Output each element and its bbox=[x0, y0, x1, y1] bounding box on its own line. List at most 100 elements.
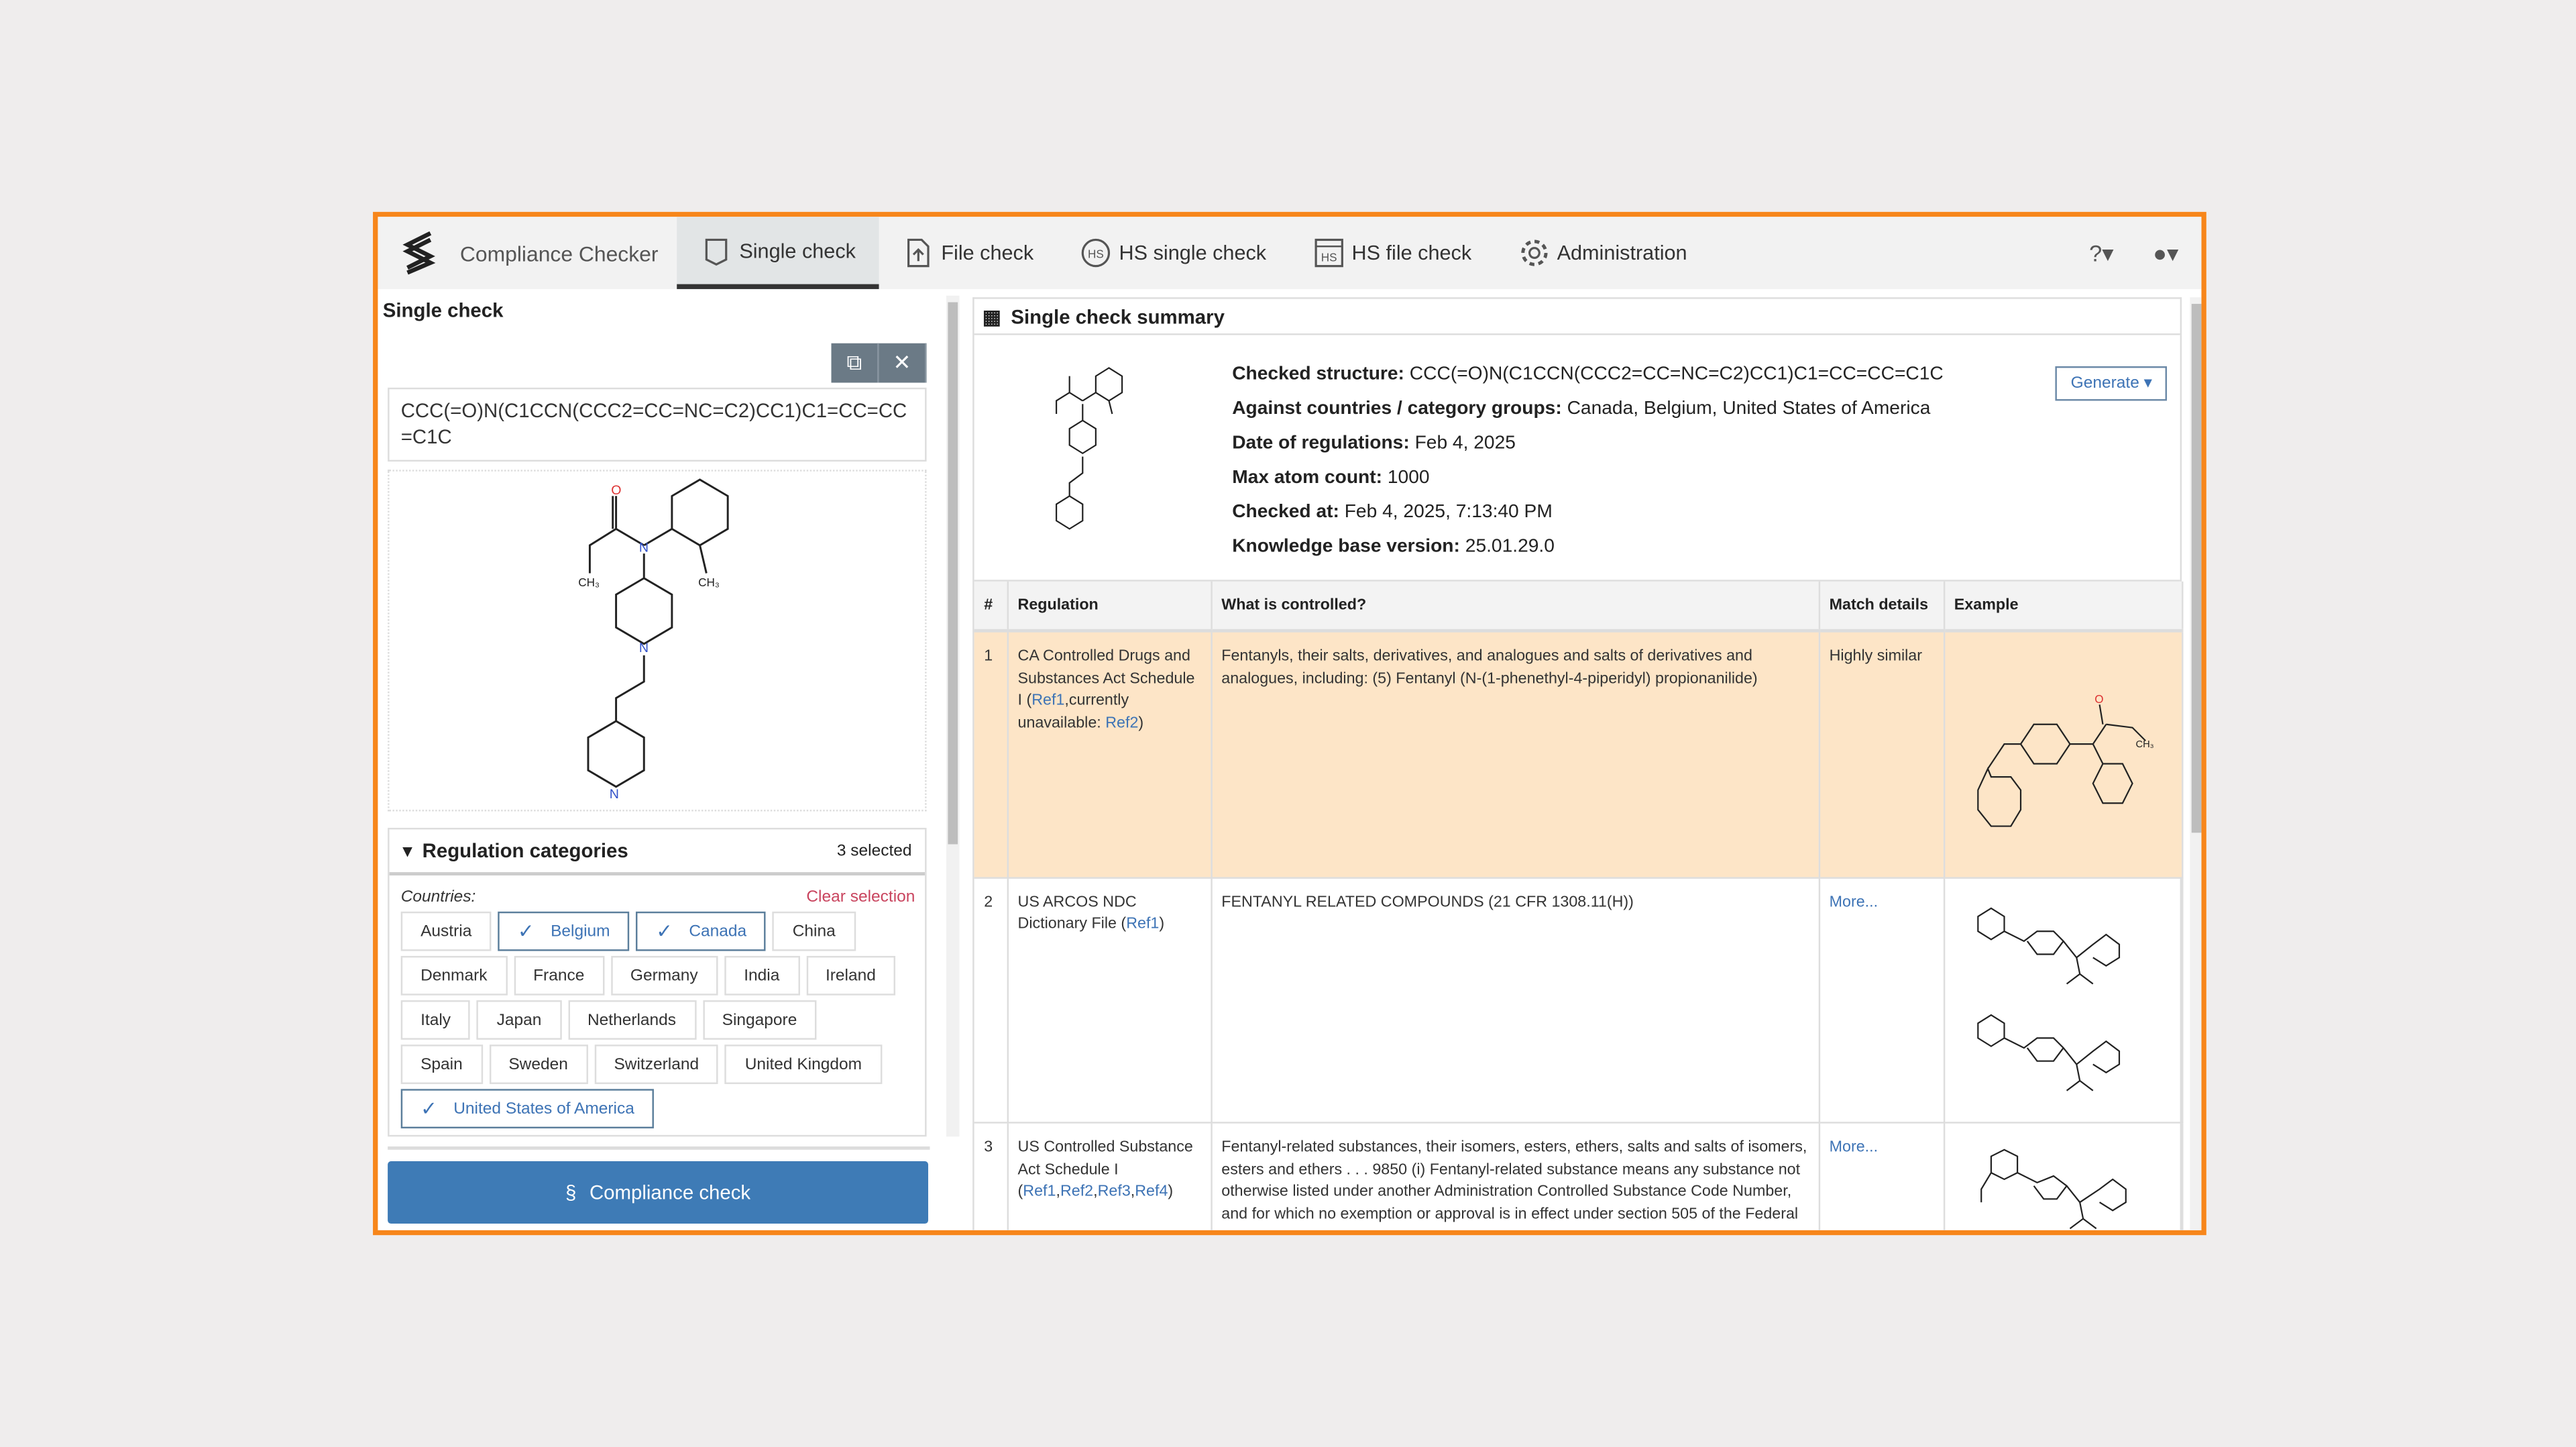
field-label: Against countries / category groups: bbox=[1232, 398, 1562, 419]
country-chip[interactable]: Denmark bbox=[400, 955, 507, 996]
table-row: 1 CA Controlled Drugs and Substances Act … bbox=[974, 631, 2183, 878]
reference-link[interactable]: Ref2 bbox=[1060, 1183, 1093, 1201]
structure-drawing[interactable]: O N CH₃ CH₃ N N bbox=[388, 470, 927, 812]
country-chip[interactable]: Japan bbox=[477, 1000, 561, 1040]
regulation-cell: US ARCOS NDC Dictionary File (Ref1) bbox=[1007, 877, 1212, 1124]
field-label: Date of regulations: bbox=[1232, 433, 1410, 453]
clear-structure-button[interactable]: ✕ bbox=[879, 343, 927, 383]
country-chip[interactable]: India bbox=[724, 955, 799, 996]
country-chip[interactable]: Austria bbox=[400, 911, 492, 951]
country-chip[interactable]: Germany bbox=[610, 955, 718, 996]
column-header: What is controlled? bbox=[1211, 581, 1819, 633]
country-chip[interactable]: ✓ Belgium bbox=[498, 911, 630, 951]
country-chip[interactable]: Spain bbox=[400, 1044, 483, 1084]
country-chip[interactable]: Switzerland bbox=[594, 1044, 719, 1084]
app-title: Compliance Checker bbox=[459, 240, 659, 266]
tab-administration[interactable]: Administration bbox=[1494, 217, 1710, 289]
column-header: Match details bbox=[1818, 581, 1945, 633]
column-header: Example bbox=[1943, 581, 2183, 633]
field-value: Canada, Belgium, United States of Americ… bbox=[1567, 398, 1931, 419]
panel-heading: Single check bbox=[382, 299, 504, 322]
country-chip[interactable]: Italy bbox=[400, 1000, 471, 1040]
tab-single-check[interactable]: Single check bbox=[677, 217, 879, 289]
country-name: Ireland bbox=[825, 966, 876, 985]
summary-field: Checked structure: CCC(=O)N(C1CCN(CCC2=C… bbox=[1232, 358, 1944, 392]
svg-text:N: N bbox=[610, 787, 619, 802]
reference-link[interactable]: Ref4 bbox=[1135, 1183, 1168, 1201]
regulation-name: US ARCOS NDC Dictionary File ( bbox=[1017, 892, 1137, 934]
copy-icon: ⧉ bbox=[846, 350, 862, 375]
country-chip[interactable]: ✓ United States of America bbox=[400, 1089, 655, 1129]
tab-file-check[interactable]: File check bbox=[879, 217, 1056, 289]
copy-button[interactable]: ⧉ bbox=[831, 343, 879, 383]
country-name: Japan bbox=[496, 1010, 542, 1029]
reference-link[interactable]: Ref2 bbox=[1105, 714, 1138, 733]
country-name: China bbox=[792, 922, 836, 941]
country-chip[interactable]: Singapore bbox=[702, 1000, 817, 1040]
molecule-image: O CH₃ bbox=[1976, 692, 2153, 827]
paren: ) bbox=[1159, 915, 1165, 934]
left-scrollbar[interactable] bbox=[946, 295, 960, 1137]
paren: ) bbox=[1138, 714, 1144, 733]
country-chip[interactable]: China bbox=[773, 911, 856, 951]
controlled-description: FENTANYL RELATED COMPOUNDS (21 CFR 1308.… bbox=[1211, 877, 1819, 1124]
smiles-input[interactable]: CCC(=O)N(C1CCN(CCC2=CC=NC=C2)CC1)C1=CC=C… bbox=[388, 387, 927, 462]
app-logo-icon bbox=[402, 231, 436, 275]
country-name: Switzerland bbox=[614, 1055, 699, 1074]
column-header: Regulation bbox=[1007, 581, 1212, 633]
paren: ) bbox=[1168, 1183, 1174, 1201]
generate-dropdown[interactable]: Generate ▾ bbox=[2056, 366, 2168, 401]
country-name: United States of America bbox=[453, 1100, 634, 1118]
gear-icon bbox=[1520, 239, 1547, 266]
match-details: More... bbox=[1818, 877, 1945, 1124]
tab-hs-single-check[interactable]: HS HS single check bbox=[1056, 217, 1289, 289]
match-text: Highly similar bbox=[1829, 647, 1922, 665]
user-icon[interactable]: ●▾ bbox=[2153, 239, 2178, 267]
checkmark-icon: ✓ bbox=[517, 920, 535, 943]
checkmark-icon: ✓ bbox=[656, 920, 673, 943]
country-chip[interactable]: ✓ Canada bbox=[636, 911, 767, 951]
country-chip[interactable]: Netherlands bbox=[567, 1000, 696, 1040]
svg-text:O: O bbox=[611, 483, 621, 498]
reference-link[interactable]: Ref1 bbox=[1126, 915, 1159, 933]
field-label: Max atom count: bbox=[1232, 468, 1383, 488]
regulation-categories-header[interactable]: ▾ Regulation categories 3 selected bbox=[389, 829, 926, 875]
country-name: France bbox=[533, 966, 585, 985]
molecule-image bbox=[1976, 906, 2119, 1091]
hs-globe-icon: HS bbox=[1082, 238, 1111, 268]
country-name: Canada bbox=[689, 922, 747, 941]
logo-icon: § bbox=[565, 1181, 577, 1204]
tab-label: Single check bbox=[739, 239, 856, 262]
divider bbox=[388, 1146, 930, 1150]
single-check-icon bbox=[705, 237, 728, 265]
help-icon[interactable]: ?▾ bbox=[2089, 239, 2113, 267]
country-name: Belgium bbox=[551, 922, 610, 941]
reference-link[interactable]: Ref1 bbox=[1031, 692, 1064, 710]
reference-link[interactable]: Ref3 bbox=[1098, 1183, 1131, 1201]
column-header: # bbox=[974, 581, 1008, 633]
selected-count: 3 selected bbox=[836, 841, 912, 860]
countries-label: Countries: bbox=[400, 888, 476, 907]
country-chip[interactable]: Ireland bbox=[805, 955, 896, 996]
country-chip[interactable]: France bbox=[513, 955, 604, 996]
country-name: Spain bbox=[421, 1055, 463, 1074]
close-icon: ✕ bbox=[893, 350, 911, 375]
compliance-check-button[interactable]: § Compliance check bbox=[388, 1161, 929, 1224]
regulation-cell: US Controlled Substance Act Schedule I (… bbox=[1007, 1122, 1212, 1230]
match-details: Highly similar bbox=[1818, 631, 1945, 878]
country-chip[interactable]: Sweden bbox=[488, 1044, 588, 1084]
more-link[interactable]: More... bbox=[1830, 1138, 1878, 1157]
more-link[interactable]: More... bbox=[1830, 893, 1878, 911]
country-chips: Austria ✓ Belgium ✓ Canada China Denmark France… bbox=[390, 907, 915, 1134]
svg-text:HS: HS bbox=[1088, 247, 1104, 260]
checked-structure-image bbox=[1055, 367, 1123, 530]
right-scrollbar[interactable] bbox=[2190, 297, 2202, 1230]
clear-selection-link[interactable]: Clear selection bbox=[806, 889, 915, 907]
molecule-image: O N CH₃ CH₃ N N bbox=[578, 478, 729, 802]
country-chip[interactable]: United Kingdom bbox=[725, 1044, 882, 1084]
generate-label: Generate bbox=[2070, 374, 2139, 393]
reference-link[interactable]: Ref1 bbox=[1023, 1183, 1056, 1201]
field-value: Feb 4, 2025, 7:13:40 PM bbox=[1344, 502, 1553, 523]
tab-hs-file-check[interactable]: HS HS file check bbox=[1289, 217, 1494, 289]
single-check-panel: Single check ⧉ ✕ CCC(=O)N(C1CCN(CCC2=CC=N… bbox=[378, 289, 960, 1230]
